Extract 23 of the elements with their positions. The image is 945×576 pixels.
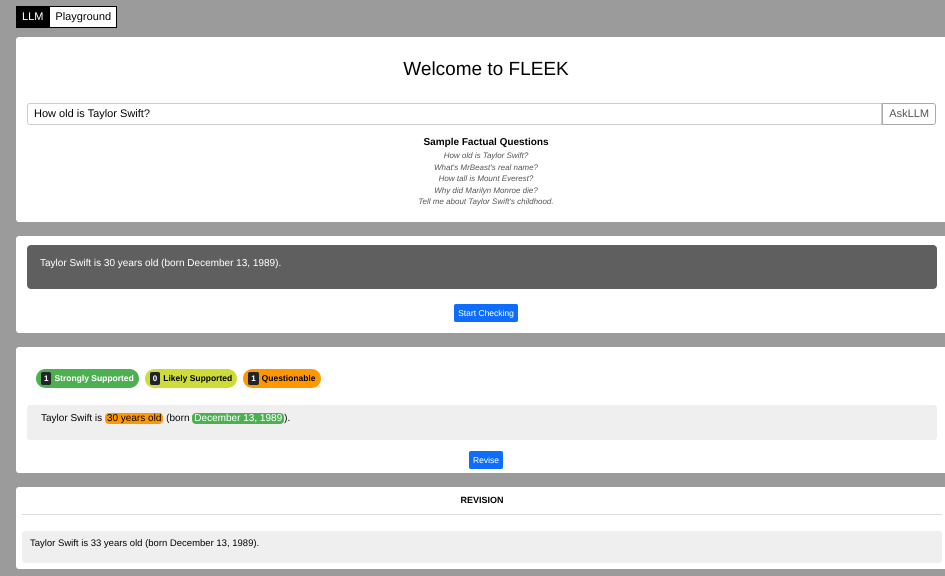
revision-text: Taylor Swift is 33 years old (born December 13, 1989). [22, 530, 942, 562]
revision-heading: REVISION [22, 486, 942, 514]
badge-count: 0 [150, 372, 160, 384]
page-title: Welcome to FLEEK [402, 59, 570, 81]
badge-label: Likely Supported [163, 373, 232, 383]
badge-count: 1 [41, 372, 52, 384]
question-field[interactable]: How old is Taylor Swift? [27, 103, 882, 125]
sample-question[interactable]: Why did Marilyn Monroe die? [434, 184, 538, 196]
checked-sentence: Taylor Swift is 30 years old (born December 13, 1989 ). [27, 404, 937, 440]
sample-question[interactable]: How tall is Mount Everest? [438, 173, 534, 184]
sample-question[interactable]: Tell me about Taylor Swift's childhood. [418, 196, 554, 208]
start-checking-button[interactable]: Start Checking [454, 304, 518, 322]
sample-question[interactable]: What's MrBeast's real name? [434, 162, 538, 173]
samples-heading: Sample Factual Questions [423, 137, 549, 148]
badge-label: Strongly Supported [54, 373, 134, 383]
ask-button[interactable]: AskLLM [882, 103, 936, 125]
tab[interactable]: Playground [49, 6, 118, 28]
answer-text: Taylor Swift is 30 years old (born December 13, 1989). [27, 244, 937, 288]
sample-question[interactable]: How old is Taylor Swift? [444, 150, 528, 162]
revise-button[interactable]: Revise [469, 450, 503, 468]
badge-label: Questionable [262, 373, 316, 383]
tab[interactable]: LLM [16, 6, 50, 28]
badge-count: 1 [248, 372, 259, 384]
